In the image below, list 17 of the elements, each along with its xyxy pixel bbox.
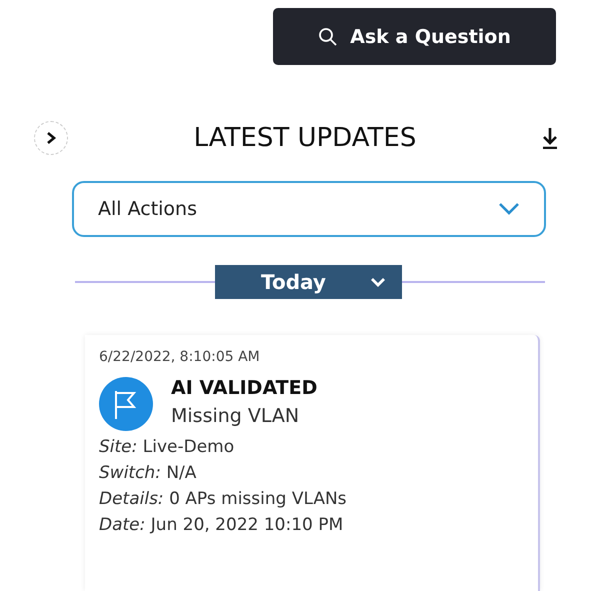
actions-dropdown[interactable]: All Actions — [72, 181, 546, 237]
search-icon — [318, 26, 338, 46]
timestamp: 6/22/2022, 8:10:05 AM — [99, 349, 261, 365]
period-dropdown[interactable]: Today — [215, 265, 402, 299]
chevron-right-icon — [45, 131, 57, 145]
panel-title: LATEST UPDATES — [192, 123, 418, 153]
detail-line: Switch: N/A — [99, 463, 198, 483]
ask-question-button[interactable]: Ask a Question — [273, 8, 556, 65]
chevron-down-icon — [370, 277, 386, 287]
download-icon[interactable] — [542, 127, 558, 149]
detail-line: Site: Live-Demo — [99, 437, 236, 457]
detail-line: Details: 0 APs missing VLANs — [99, 489, 348, 509]
chevron-down-icon — [498, 202, 520, 216]
flag-icon — [99, 377, 153, 431]
update-subject: Missing VLAN — [171, 405, 300, 427]
action-label: AI VALIDATED — [171, 377, 318, 399]
detail-line: Date: Jun 20, 2022 10:10 PM — [99, 515, 344, 535]
